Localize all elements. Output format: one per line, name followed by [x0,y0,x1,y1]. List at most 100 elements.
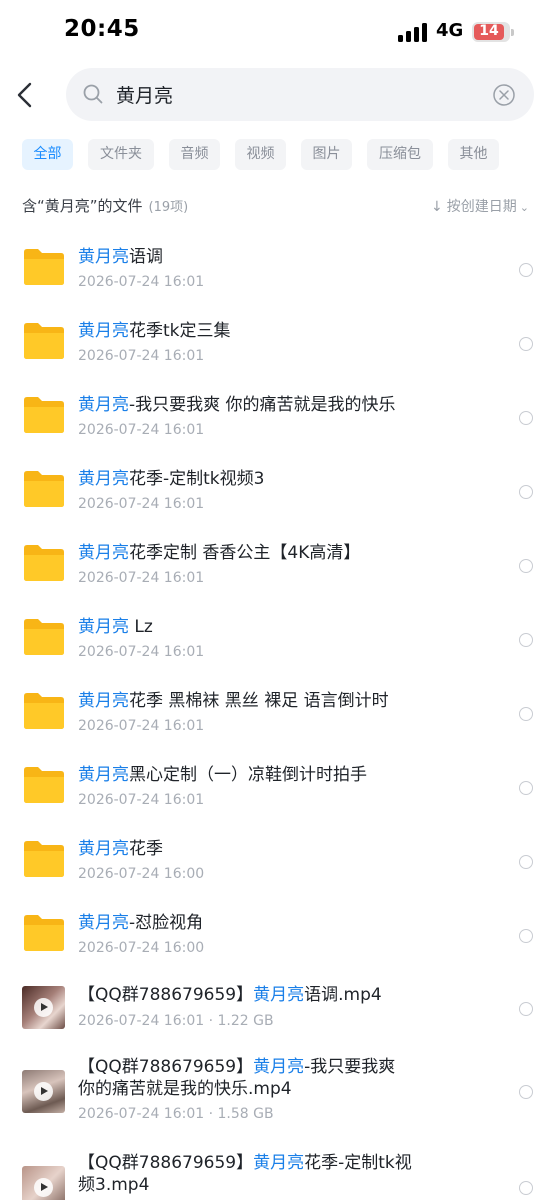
folder-name-highlight: 黄月亮 [78,765,129,785]
folder-name-highlight: 黄月亮 [78,617,129,637]
select-checkbox[interactable] [519,707,533,721]
folder-icon [22,246,66,286]
select-checkbox[interactable] [519,1181,533,1195]
select-checkbox[interactable] [519,263,533,277]
folder-row[interactable]: 黄月亮花季-定制tk视频3 2026-07-24 16:01 [0,460,555,534]
folder-icon [22,616,66,656]
result-count: (19项) [148,200,189,215]
folder-date: 2026-07-24 16:00 [78,940,205,956]
filter-video[interactable]: 视频 [235,139,286,170]
filter-image[interactable]: 图片 [301,139,352,170]
folder-name-highlight: 黄月亮 [78,469,129,489]
folder-icon [22,912,66,952]
folder-row[interactable]: 黄月亮花季tk定三集 2026-07-24 16:01 [0,312,555,386]
video-name-rest: -我只要我爽 [304,1057,396,1077]
folder-row[interactable]: 黄月亮 Lz 2026-07-24 16:01 [0,608,555,682]
folder-name-rest: 花季 [129,839,163,859]
video-row[interactable]: 【QQ群788679659】黄月亮-我只要我爽 你的痛苦就是我的快乐.mp4 202… [0,1052,555,1144]
status-bar: 20:45 4G 14 [0,0,555,62]
filter-folder[interactable]: 文件夹 [88,139,154,170]
sort-button[interactable]: ↓ 按创建日期 ⌄ [431,196,529,216]
select-checkbox[interactable] [519,485,533,499]
folder-name: 黄月亮-怼脸视角 [78,912,203,934]
folder-row[interactable]: 黄月亮语调 2026-07-24 16:01 [0,238,555,312]
filter-audio[interactable]: 音频 [169,139,220,170]
folder-name: 黄月亮花季 [78,838,163,860]
folder-date: 2026-07-24 16:01 [78,792,205,808]
folder-date: 2026-07-24 16:00 [78,866,205,882]
folder-name-rest: Lz [129,617,153,637]
filter-other[interactable]: 其他 [448,139,499,170]
folder-date: 2026-07-24 16:01 [78,570,205,586]
clear-icon[interactable] [492,83,516,107]
video-meta: 2026-07-24 16:01 · 1.22 GB [78,1013,274,1029]
folder-row[interactable]: 黄月亮花季定制 香香公主【4K高清】 2026-07-24 16:01 [0,534,555,608]
folder-row[interactable]: 黄月亮黑心定制（一）凉鞋倒计时拍手 2026-07-24 16:01 [0,756,555,830]
video-thumbnail [22,1166,65,1200]
select-checkbox[interactable] [519,633,533,647]
battery-icon: 14 [472,22,514,42]
search-query[interactable]: 黄月亮 [116,81,173,108]
video-row[interactable]: 【QQ群788679659】黄月亮语调.mp4 2026-07-24 16:01 … [0,980,555,1052]
video-name-prefix: 【QQ群788679659】 [78,985,254,1005]
folder-row[interactable]: 黄月亮花季 2026-07-24 16:00 [0,830,555,904]
folder-name-rest: 花季-定制tk视频3 [129,469,265,489]
select-checkbox[interactable] [519,781,533,795]
section-title-text: 含“黄月亮”的文件 [22,197,143,215]
folder-name: 黄月亮花季-定制tk视频3 [78,468,264,490]
folder-name: 黄月亮花季 黑棉袜 黑丝 裸足 语言倒计时 [78,690,389,712]
folder-name-highlight: 黄月亮 [78,247,129,267]
video-name-line1: 【QQ群788679659】黄月亮-我只要我爽 [78,1056,395,1078]
video-name-prefix: 【QQ群788679659】 [78,1153,254,1173]
select-checkbox[interactable] [519,1085,533,1099]
play-icon [34,1178,53,1197]
folder-name: 黄月亮 Lz [78,616,153,638]
folder-date: 2026-07-24 16:01 [78,274,205,290]
folder-icon [22,690,66,730]
sort-label: 按创建日期 [446,199,517,215]
video-thumbnail [22,986,65,1029]
video-name: 【QQ群788679659】黄月亮-我只要我爽 你的痛苦就是我的快乐.mp4 [78,1056,395,1100]
play-icon [34,998,53,1017]
video-name: 【QQ群788679659】黄月亮花季-定制tk视 频3.mp4 [78,1152,412,1196]
signal-icon [398,22,428,42]
back-icon[interactable] [12,80,40,110]
folder-name: 黄月亮语调 [78,246,163,268]
select-checkbox[interactable] [519,559,533,573]
video-name-prefix: 【QQ群788679659】 [78,1057,254,1077]
search-icon [83,84,103,104]
folder-name: 黄月亮花季定制 香香公主【4K高清】 [78,542,360,564]
folder-date: 2026-07-24 16:01 [78,348,205,364]
filter-archive[interactable]: 压缩包 [367,139,433,170]
video-name-highlight: 黄月亮 [253,985,305,1005]
select-checkbox[interactable] [519,411,533,425]
folder-icon [22,764,66,804]
video-name-highlight: 黄月亮 [253,1153,305,1173]
video-name-rest: 语调.mp4 [304,985,382,1005]
select-checkbox[interactable] [519,337,533,351]
select-checkbox[interactable] [519,1002,533,1016]
sort-arrow-icon: ↓ [431,199,443,215]
folder-row[interactable]: 黄月亮-怼脸视角 2026-07-24 16:00 [0,904,555,978]
folder-date: 2026-07-24 16:01 [78,644,205,660]
filter-all[interactable]: 全部 [22,139,73,170]
select-checkbox[interactable] [519,929,533,943]
folder-name: 黄月亮黑心定制（一）凉鞋倒计时拍手 [78,764,367,786]
video-name-line1: 【QQ群788679659】黄月亮花季-定制tk视 [78,1152,412,1174]
folder-name-rest: -怼脸视角 [129,913,204,933]
video-name-highlight: 黄月亮 [253,1057,305,1077]
folder-row[interactable]: 黄月亮-我只要我爽 你的痛苦就是我的快乐 2026-07-24 16:01 [0,386,555,460]
video-row[interactable]: 【QQ群788679659】黄月亮花季-定制tk视 频3.mp4 [0,1148,555,1200]
video-thumbnail [22,1070,65,1113]
folder-row[interactable]: 黄月亮花季 黑棉袜 黑丝 裸足 语言倒计时 2026-07-24 16:01 [0,682,555,756]
folder-name-highlight: 黄月亮 [78,395,129,415]
video-name: 【QQ群788679659】黄月亮语调.mp4 [78,984,382,1006]
select-checkbox[interactable] [519,855,533,869]
folder-date: 2026-07-24 16:01 [78,718,205,734]
folder-icon [22,838,66,878]
folder-name: 黄月亮-我只要我爽 你的痛苦就是我的快乐 [78,394,396,416]
folder-name-highlight: 黄月亮 [78,913,129,933]
search-input[interactable]: 黄月亮 [66,68,534,121]
folder-date: 2026-07-24 16:01 [78,496,205,512]
folder-name-rest: 语调 [129,247,163,267]
